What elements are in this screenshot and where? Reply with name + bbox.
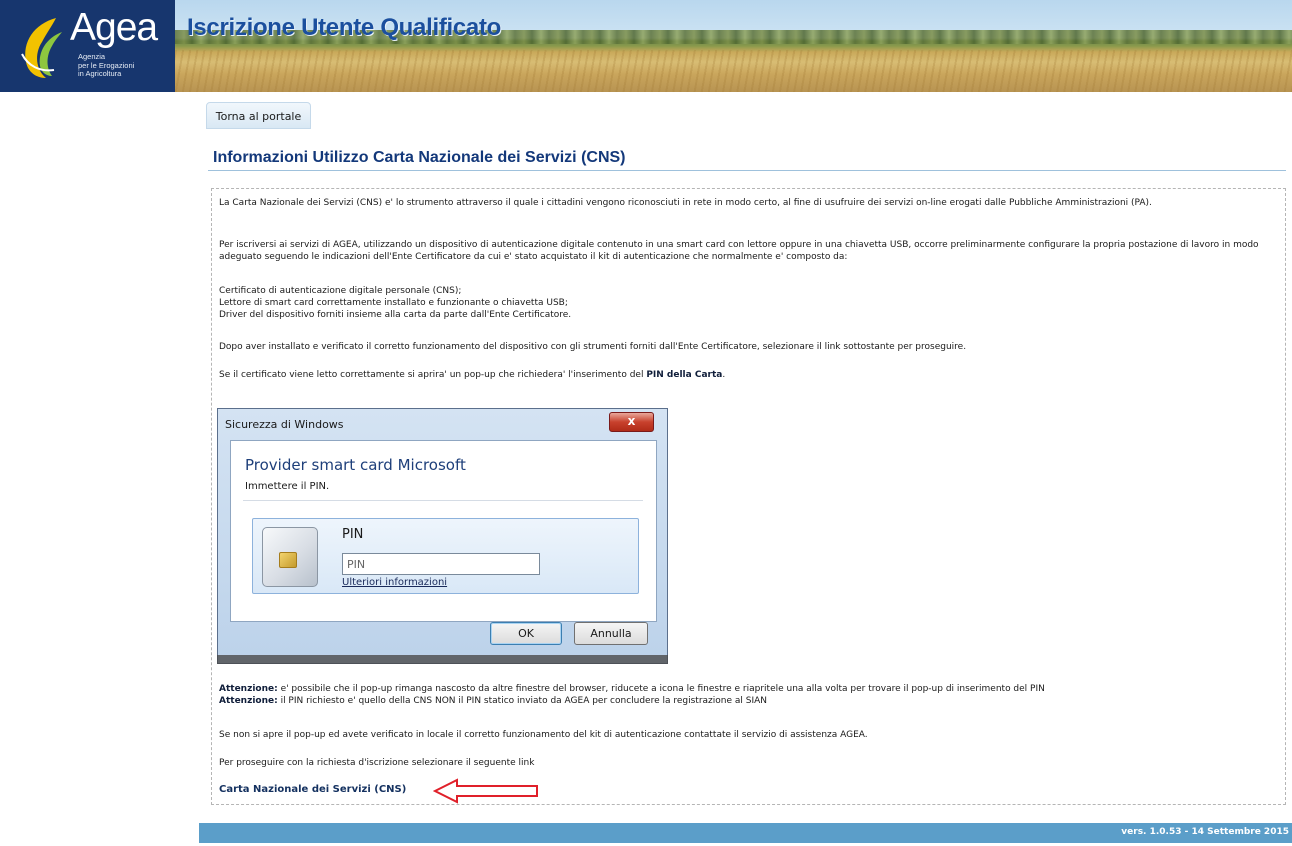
cns-link[interactable]: Carta Nazionale dei Servizi (CNS): [219, 784, 406, 795]
warning-text: il PIN richiesto e' quello della CNS NON…: [277, 696, 768, 706]
pin-info-text: Se il certificato viene letto correttame…: [219, 370, 647, 380]
dialog-bottom-edge: [217, 655, 668, 664]
paragraph-pin-info: Se il certificato viene letto correttame…: [219, 369, 1274, 381]
dialog-body: Provider smart card Microsoft Immettere …: [230, 440, 657, 622]
more-info-link[interactable]: Ulteriori informazioni: [342, 577, 447, 588]
windows-security-dialog: Sicurezza di Windows x Provider smart ca…: [217, 408, 668, 664]
pin-info-end: .: [722, 370, 726, 380]
paragraph-requirements: Per iscriversi ai servizi di AGEA, utili…: [219, 240, 1259, 262]
smart-card-icon: [262, 527, 318, 587]
section-title: Informazioni Utilizzo Carta Nazionale de…: [213, 149, 626, 166]
paragraph-after-install: Dopo aver installato e verificato il cor…: [219, 342, 967, 352]
page-heading: Iscrizione Utente Qualificato: [187, 14, 502, 41]
warning-label: Attenzione:: [219, 696, 278, 706]
back-to-portal-tab[interactable]: Torna al portale: [206, 102, 311, 129]
red-arrow-icon: [433, 778, 538, 804]
dialog-separator: [243, 500, 643, 501]
list-item: Lettore di smart card correttamente inst…: [219, 298, 568, 308]
banner-wheat-field: [175, 50, 1292, 92]
pin-label: PIN: [342, 527, 364, 542]
list-item: Driver del dispositivo forniti insieme a…: [219, 310, 572, 320]
footer-bar: vers. 1.0.53 - 14 Settembre 2015: [199, 823, 1292, 843]
ok-button[interactable]: OK: [490, 622, 562, 645]
requirements-list: Certificato di autenticazione digitale p…: [219, 285, 1274, 321]
warning-pin-type: Attenzione: il PIN richiesto e' quello d…: [219, 695, 1274, 707]
warning-label: Attenzione:: [219, 684, 278, 694]
cancel-button[interactable]: Annulla: [574, 622, 648, 645]
paragraph-assistance: Se non si apre il pop-up ed avete verifi…: [219, 730, 868, 740]
version-label: vers. 1.0.53 - 14 Settembre 2015: [1121, 827, 1289, 837]
page-header: Agea Agenzia per le Erogazioni in Agrico…: [0, 0, 1292, 92]
close-icon[interactable]: x: [609, 412, 654, 432]
agea-logo[interactable]: Agea Agenzia per le Erogazioni in Agrico…: [0, 0, 175, 92]
header-banner: Iscrizione Utente Qualificato: [175, 0, 1292, 92]
paragraph-continue: Per proseguire con la richiesta d'iscriz…: [219, 758, 535, 768]
dialog-titlebar: Sicurezza di Windows x: [218, 409, 667, 439]
pin-info-bold: PIN della Carta: [646, 370, 723, 380]
pin-panel: PIN Ulteriori informazioni: [252, 518, 639, 594]
card-chip: [279, 552, 297, 568]
list-item: Certificato di autenticazione digitale p…: [219, 286, 462, 296]
dialog-heading: Provider smart card Microsoft: [245, 456, 466, 474]
logo-wordmark: Agea: [70, 6, 158, 49]
agea-logo-icon: [21, 18, 62, 78]
logo-subtitle-line: in Agricoltura: [78, 69, 122, 78]
dialog-subheading: Immettere il PIN.: [245, 481, 330, 492]
warning-text: e' possibile che il pop-up rimanga nasco…: [277, 684, 1045, 694]
warning-popup-hidden: Attenzione: e' possibile che il pop-up r…: [219, 683, 1274, 695]
pin-input[interactable]: [342, 553, 540, 575]
dialog-window-title: Sicurezza di Windows: [225, 418, 344, 431]
logo-subtitle: Agenzia per le Erogazioni in Agricoltura: [78, 52, 134, 79]
paragraph-intro: La Carta Nazionale dei Servizi (CNS) e' …: [219, 198, 1152, 208]
section-divider: [208, 170, 1286, 171]
